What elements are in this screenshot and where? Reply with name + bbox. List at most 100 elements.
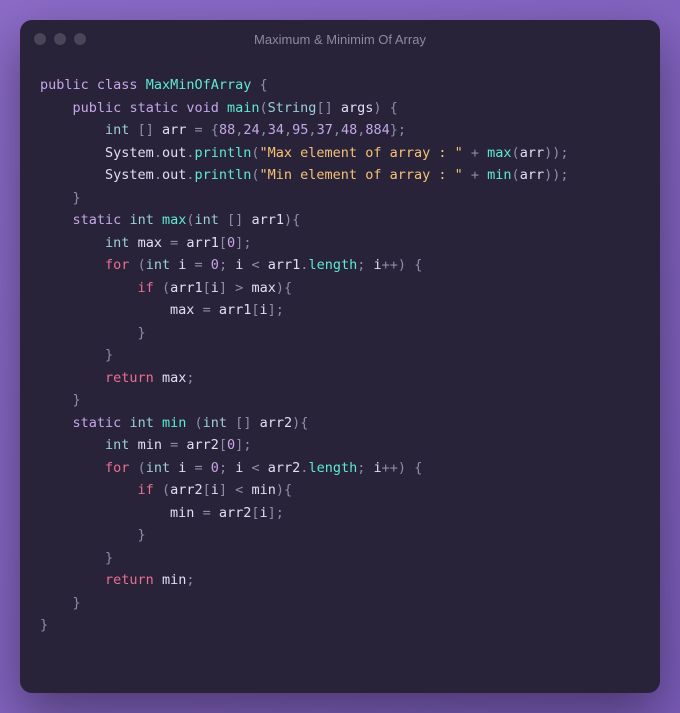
op-eq: = [195,460,203,476]
ident-arr1: arr1 [170,280,203,296]
dot: . [154,167,162,183]
semicolon: ; [276,505,284,521]
brace-open: { [390,100,398,116]
bracket-open: [ [203,280,211,296]
ident-max: max [170,302,194,318]
brace-close: } [138,325,146,341]
bracket-open: [ [251,302,259,318]
bracket-close: ] [219,280,227,296]
literal-number: 0 [211,460,219,476]
paren-close: ) [398,257,406,273]
comma: , [333,122,341,138]
semicolon: ; [357,460,365,476]
keyword-public: public [73,100,122,116]
ident-i: i [260,505,268,521]
close-icon[interactable] [34,33,46,45]
code-area: public class MaxMinOfArray { public stat… [20,58,660,657]
keyword-return: return [105,370,154,386]
ident-max: max [251,280,275,296]
op-lt: < [235,482,243,498]
minimize-icon[interactable] [54,33,66,45]
op-eq: = [170,235,178,251]
type-int: int [146,460,170,476]
literal-number: 88 [219,122,235,138]
semicolon: ; [398,122,406,138]
paren-close: ) [373,100,381,116]
literal-number: 95 [292,122,308,138]
paren-open: ( [512,167,520,183]
semicolon: ; [243,235,251,251]
comma: , [308,122,316,138]
bracket-open: [ [203,482,211,498]
keyword-void: void [186,100,219,116]
brace-close: } [73,595,81,611]
method-min: min [487,167,511,183]
brace-open: { [292,212,300,228]
op-lt: < [252,257,260,273]
bracket-close: ] [268,505,276,521]
comma: , [260,122,268,138]
zoom-icon[interactable] [74,33,86,45]
ident-arr1: arr1 [268,257,301,273]
op-eq: = [203,505,211,521]
paren-close: ) [544,145,552,161]
ident-arr2: arr2 [268,460,301,476]
paren-close: ) [276,482,284,498]
ident-arr1: arr1 [219,302,252,318]
keyword-for: for [105,460,129,476]
bracket-close: ] [325,100,333,116]
paren-open: ( [512,145,520,161]
paren-open: ( [162,482,170,498]
titlebar: Maximum & Minimim Of Array [20,20,660,58]
literal-number: 884 [365,122,389,138]
ident-arr: arr [520,145,544,161]
op-pp: ++ [382,460,398,476]
brace-open: { [300,415,308,431]
ident-args: args [341,100,374,116]
paren-open: ( [260,100,268,116]
ident-out: out [162,167,186,183]
semicolon: ; [357,257,365,273]
semicolon: ; [219,257,227,273]
literal-number: 0 [227,235,235,251]
paren-open: ( [251,167,259,183]
dot: . [154,145,162,161]
ident-min: min [162,572,186,588]
ident-i: i [235,257,243,273]
op-eq: = [203,302,211,318]
prop-length: length [308,257,357,273]
ident-i: i [211,482,219,498]
type-string: String [268,100,317,116]
method-println: println [194,167,251,183]
bracket-open: [ [219,235,227,251]
ident-max: max [138,235,162,251]
ident-i: i [211,280,219,296]
brace-close: } [40,617,48,633]
bracket-open: [ [316,100,324,116]
keyword-static: static [73,212,122,228]
op-eq: = [195,122,203,138]
literal-number: 48 [341,122,357,138]
ident-system: System [105,167,154,183]
string-literal: "Max element of array : " [260,145,463,161]
semicolon: ; [186,572,194,588]
ident-arr: arr [162,122,186,138]
method-main: main [227,100,260,116]
brace-close: } [105,347,113,363]
comma: , [284,122,292,138]
ident-i: i [235,460,243,476]
string-literal: "Min element of array : " [260,167,463,183]
ident-arr2: arr2 [170,482,203,498]
ident-min: min [251,482,275,498]
literal-number: 34 [268,122,284,138]
traffic-lights [34,33,86,45]
brace-close: } [138,527,146,543]
semicolon: ; [186,370,194,386]
type-int: int [195,212,219,228]
bracket-close: ] [235,212,243,228]
bracket-open: [ [138,122,146,138]
semicolon: ; [560,167,568,183]
brace-close: } [390,122,398,138]
literal-number: 0 [227,437,235,453]
ident-arr2: arr2 [260,415,293,431]
